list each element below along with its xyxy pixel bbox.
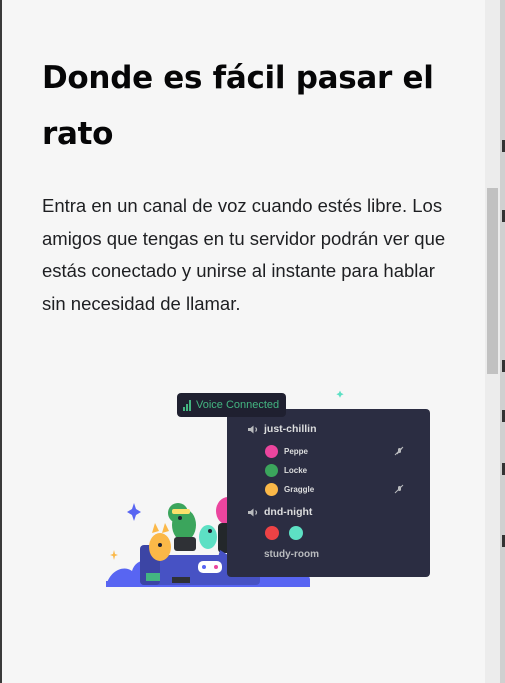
signal-icon	[183, 399, 191, 411]
avatar	[265, 445, 278, 458]
dnd-night-avatars	[265, 526, 309, 540]
channel-dnd-night[interactable]: dnd-night	[247, 506, 312, 518]
voice-channel-illustration: just-chillin Peppe Locke Graggle dnd-nig…	[100, 385, 435, 590]
channel-name: dnd-night	[264, 506, 313, 518]
scrollbar-thumb[interactable]	[487, 188, 498, 374]
voice-user-peppe[interactable]: Peppe	[265, 445, 308, 458]
study-room-label[interactable]: study-room	[264, 549, 319, 560]
mute-icon	[394, 446, 404, 456]
channel-name: just-chillin	[264, 423, 317, 435]
voice-status-label: Voice Connected	[196, 399, 280, 411]
vertical-scrollbar[interactable]	[485, 0, 500, 683]
user-name: Peppe	[284, 447, 309, 456]
avatar	[289, 526, 303, 540]
user-name: Locke	[284, 466, 308, 475]
section-description: Entra en un canal de voz cuando estés li…	[42, 195, 446, 314]
window-edge	[500, 0, 505, 683]
avatar	[265, 483, 278, 496]
avatar	[265, 526, 279, 540]
voice-user-graggle[interactable]: Graggle	[265, 483, 314, 496]
window-border	[0, 0, 2, 683]
voice-channel-panel: just-chillin Peppe Locke Graggle dnd-nig…	[227, 409, 430, 577]
user-name: Graggle	[284, 485, 315, 494]
feature-section: Donde es fácil pasar el rato Entra en un…	[42, 50, 462, 320]
channel-just-chillin[interactable]: just-chillin	[247, 423, 317, 435]
section-title: Donde es fácil pasar el rato	[42, 60, 434, 152]
speaker-icon	[248, 425, 258, 433]
voice-user-locke[interactable]: Locke	[265, 464, 307, 477]
speaker-icon	[248, 508, 258, 516]
avatar	[265, 464, 278, 477]
mute-icon	[394, 484, 404, 494]
voice-connected-badge: Voice Connected	[177, 393, 286, 417]
